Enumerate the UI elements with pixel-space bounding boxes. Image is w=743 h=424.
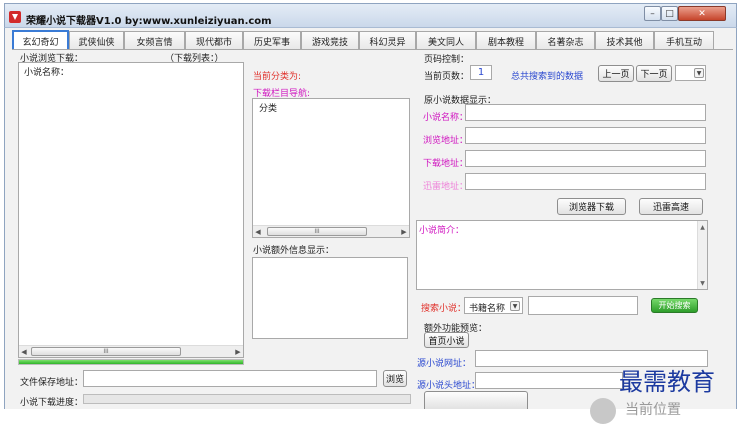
tab-divider xyxy=(12,49,733,50)
novel-list-header: 小说名称： xyxy=(24,68,70,78)
current-page-label: 当前页数： xyxy=(424,72,470,82)
search-input[interactable] xyxy=(528,296,638,315)
intro-vscroll[interactable]: ▲ ▼ xyxy=(697,221,707,289)
download-progress-bar xyxy=(83,394,411,404)
scroll-right-icon[interactable]: ▶ xyxy=(233,346,243,357)
prev-page-button[interactable]: 上一页 xyxy=(598,65,634,82)
current-category-label: 当前分类为: xyxy=(253,72,302,82)
scroll-left-icon[interactable]: ◀ xyxy=(253,226,263,237)
chevron-down-icon[interactable]: ▼ xyxy=(694,68,704,78)
chevron-down-icon[interactable]: ▼ xyxy=(510,301,520,311)
partial-circle-icon xyxy=(590,398,616,424)
top-progress-bar xyxy=(18,359,244,365)
download-url-field[interactable] xyxy=(465,150,706,167)
tab-tongren[interactable]: 美文同人 xyxy=(416,31,476,50)
tab-jishu[interactable]: 技术其他 xyxy=(595,31,654,50)
intro-box[interactable]: 小说简介： ▲ ▼ xyxy=(416,220,708,290)
novel-name-label: 小说名称： xyxy=(423,113,469,123)
home-novel-button[interactable]: 首页小说 xyxy=(424,332,469,348)
browse-url-label: 浏览地址： xyxy=(423,136,469,146)
source-header-label: 源小说头地址： xyxy=(417,381,481,391)
thunder-url-label: 迅雷地址： xyxy=(423,182,469,192)
close-button[interactable]: ✕ xyxy=(678,6,726,21)
app-icon xyxy=(9,11,21,23)
save-path-label: 文件保存地址： xyxy=(20,378,84,388)
window-title: 荣耀小说下载器V1.0 by:www.xunleiziyuan.com xyxy=(26,16,272,27)
category-tabs: 玄幻奇幻 武侠仙侠 女频言情 现代都市 历史军事 游戏竞技 科幻灵异 美文同人 … xyxy=(12,30,714,50)
novel-name-field[interactable] xyxy=(465,104,706,121)
novel-list-hscroll[interactable]: ◀ III ▶ xyxy=(19,345,243,357)
progress-label: 小说下载进度： xyxy=(20,398,84,408)
tab-yanqing[interactable]: 女频言情 xyxy=(124,31,185,50)
tab-shouji[interactable]: 手机互动 xyxy=(654,31,714,50)
intro-label: 小说简介： xyxy=(419,226,465,236)
partial-text: 当前位置 xyxy=(625,402,681,418)
source-url-label: 源小说网址： xyxy=(417,359,472,369)
current-page-value[interactable]: 1 xyxy=(470,65,492,80)
scroll-thumb[interactable]: III xyxy=(31,347,181,356)
extra-info-box xyxy=(252,257,408,339)
scroll-up-icon[interactable]: ▲ xyxy=(698,222,707,232)
novel-list[interactable]: 小说名称： ◀ III ▶ xyxy=(18,62,244,358)
top-progress-fill xyxy=(19,360,243,364)
tab-mingzhu[interactable]: 名著杂志 xyxy=(536,31,595,50)
partial-bottom-button[interactable] xyxy=(424,391,528,409)
page-select[interactable]: ▼ xyxy=(675,65,706,81)
tab-juben[interactable]: 剧本教程 xyxy=(476,31,536,50)
browse-button[interactable]: 浏览 xyxy=(383,370,407,387)
thunder-url-field[interactable] xyxy=(465,173,706,190)
maximize-button[interactable]: □ xyxy=(661,6,678,21)
search-button[interactable]: 开始搜索 xyxy=(651,298,698,313)
search-type-select[interactable]: 书籍名称 ▼ xyxy=(464,297,523,314)
tab-dushi[interactable]: 现代都市 xyxy=(185,31,243,50)
watermark-text: 最需教育 xyxy=(619,368,715,396)
tab-kehuan[interactable]: 科幻灵异 xyxy=(359,31,416,50)
search-label: 搜索小说： xyxy=(421,304,467,314)
thunder-speed-button[interactable]: 迅雷高速 xyxy=(639,198,703,215)
source-header-field[interactable] xyxy=(475,372,623,389)
save-path-input[interactable] xyxy=(83,370,377,387)
next-page-button[interactable]: 下一页 xyxy=(636,65,672,82)
page-control-title: 页码控制： xyxy=(424,55,470,65)
tab-wuxia[interactable]: 武侠仙侠 xyxy=(69,31,124,50)
scroll-down-icon[interactable]: ▼ xyxy=(698,278,707,288)
scroll-left-icon[interactable]: ◀ xyxy=(19,346,29,357)
category-header: 分类 xyxy=(259,104,278,114)
category-list[interactable]: 分类 ◀ III ▶ xyxy=(252,98,410,238)
download-url-label: 下载地址： xyxy=(423,159,469,169)
scroll-right-icon[interactable]: ▶ xyxy=(399,226,409,237)
minimize-button[interactable]: – xyxy=(644,6,661,21)
tab-youxi[interactable]: 游戏竞技 xyxy=(301,31,359,50)
search-type-value: 书籍名称 xyxy=(469,304,506,314)
total-data-label: 总共搜索到的数据 xyxy=(511,72,584,82)
scroll-thumb[interactable]: III xyxy=(267,227,367,236)
tab-lishi[interactable]: 历史军事 xyxy=(243,31,301,50)
browser-download-button[interactable]: 浏览器下载 xyxy=(557,198,626,215)
extra-info-label: 小说额外信息显示： xyxy=(253,246,335,256)
browse-url-field[interactable] xyxy=(465,127,706,144)
tab-xuanhuan[interactable]: 玄幻奇幻 xyxy=(12,30,69,50)
category-hscroll[interactable]: ◀ III ▶ xyxy=(253,225,409,237)
